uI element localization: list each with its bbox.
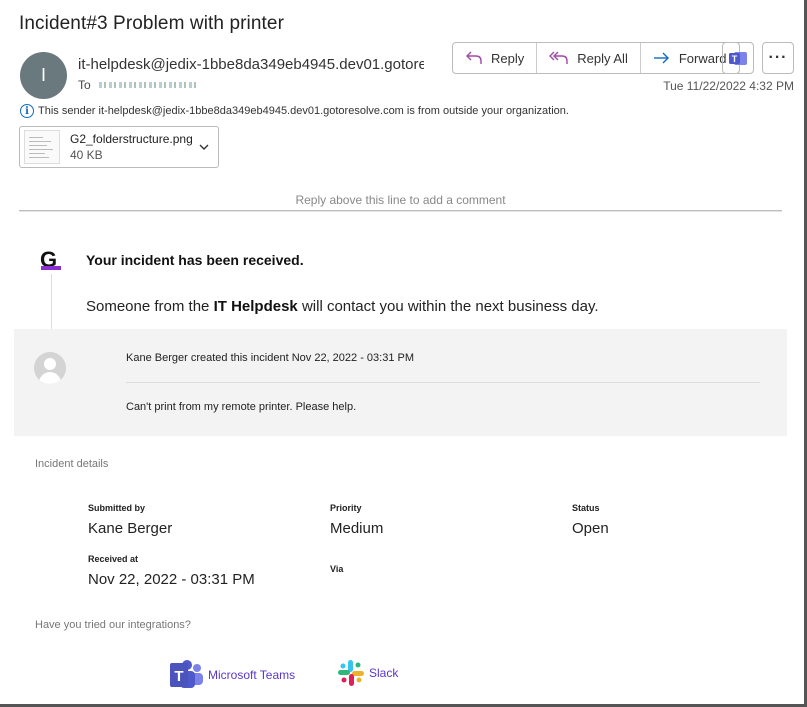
attachment-thumbnail [24,130,60,164]
activity-separator [126,382,760,383]
attachment-card[interactable]: G2_folderstructure.png 40 KB [19,126,219,168]
goto-logo-underline [41,266,61,270]
reply-all-label: Reply All [577,50,628,66]
forward-icon [653,52,669,64]
reply-above-line: Reply above this line to add a comment [295,193,506,207]
info-icon: i [20,104,34,118]
incident-received-heading: Your incident has been received. [86,252,304,268]
recipient-redacted[interactable] [98,82,199,88]
status-value: Open [572,520,609,537]
sender-avatar[interactable]: I [20,52,67,99]
integrations-heading: Have you tried our integrations? [35,619,191,631]
svg-text:T: T [732,54,738,64]
email-date: Tue 11/22/2022 4:32 PM [663,79,794,93]
svg-text:T: T [174,668,183,685]
incident-created-text: Kane Berger created this incident Nov 22… [126,352,415,364]
to-label: To [78,78,91,92]
attachment-name: G2_folderstructure.png [70,132,193,146]
slack-link[interactable]: Slack [337,659,398,687]
it-helpdesk-name: IT Helpdesk [213,298,298,315]
reply-all-button[interactable]: Reply All [537,43,641,73]
sender-address[interactable]: it-helpdesk@jedix-1bbe8da349eb4945.dev01… [78,56,424,73]
attachment-info: G2_folderstructure.png 40 KB [70,132,193,162]
chevron-down-icon[interactable] [198,141,210,153]
attachment-size: 40 KB [70,148,103,162]
teams-icon: T [729,52,747,65]
teams-share-button[interactable]: T [722,42,754,74]
submitted-by-label: Submitted by [88,503,146,513]
microsoft-teams-icon: T [170,660,203,688]
reply-all-icon [549,51,568,64]
microsoft-teams-link[interactable]: T Microsoft Teams [170,659,295,691]
email-subject: Incident#3 Problem with printer [19,13,285,34]
action-bar: Reply Reply All Forward [452,42,740,74]
forward-label: Forward [678,50,727,66]
outside-org-text: This sender it-helpdesk@jedix-1bbe8da349… [38,105,569,117]
status-label: Status [572,503,600,513]
received-at-value: Nov 22, 2022 - 03:31 PM [88,571,255,588]
reply-label: Reply [491,50,525,66]
outside-org-notice: i This sender it-helpdesk@jedix-1bbe8da3… [20,104,569,118]
contact-message: Someone from the IT Helpdesk will contac… [86,298,599,315]
more-options-button[interactable]: ··· [762,42,794,74]
reply-button[interactable]: Reply [453,43,538,73]
timeline-line [51,274,52,329]
slack-label: Slack [369,666,399,680]
more-icon: ··· [768,49,788,66]
microsoft-teams-label: Microsoft Teams [208,668,296,682]
priority-value: Medium [330,520,384,537]
reply-icon [466,51,482,64]
user-avatar [34,352,66,384]
reply-separator [19,210,782,212]
submitted-by-value: Kane Berger [88,520,173,537]
via-label: Via [330,564,344,574]
received-at-label: Received at [88,554,139,564]
incident-comment: Can't print from my remote printer. Plea… [126,401,357,413]
slack-icon [338,660,364,686]
incident-details-heading: Incident details [35,458,109,470]
recipient-row: To [78,78,199,92]
priority-label: Priority [330,503,362,513]
